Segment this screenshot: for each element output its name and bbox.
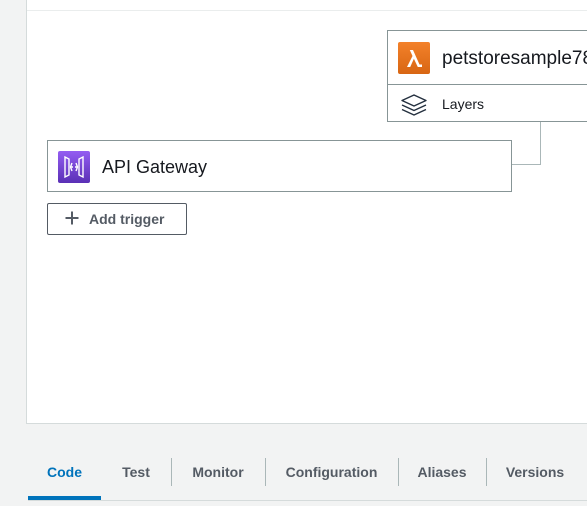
layers-icon [400, 93, 428, 117]
tabs-divider [28, 500, 587, 501]
tab-label: Monitor [192, 464, 244, 480]
connector-line [540, 122, 541, 165]
connector-line [511, 164, 541, 165]
tab-versions[interactable]: Versions [486, 448, 584, 496]
trigger-name: API Gateway [102, 157, 208, 177]
active-tab-indicator [28, 496, 101, 500]
add-trigger-button[interactable]: Add trigger [47, 203, 187, 235]
lambda-icon [398, 42, 430, 74]
tab-label: Aliases [417, 464, 467, 480]
tab-label: Configuration [285, 464, 378, 480]
api-gateway-icon [58, 151, 90, 183]
tab-monitor[interactable]: Monitor [171, 448, 265, 496]
layers-label: Layers [442, 96, 485, 112]
tab-code[interactable]: Code [28, 448, 101, 496]
function-tabs: Code Test Monitor Configuration Aliases … [28, 448, 587, 500]
tab-label: Versions [505, 464, 565, 480]
panel-top-strip [27, 0, 587, 11]
function-name: petstoresample78 [442, 48, 587, 69]
tab-label: Test [122, 464, 150, 480]
tab-test[interactable]: Test [101, 448, 171, 496]
tab-label: Code [47, 464, 82, 480]
plus-icon [64, 210, 80, 226]
tab-configuration[interactable]: Configuration [265, 448, 398, 496]
function-node[interactable]: petstoresample78 Layers [387, 30, 587, 122]
add-trigger-label: Add trigger [89, 211, 165, 227]
function-header[interactable]: petstoresample78 [388, 31, 587, 85]
layers-row[interactable]: Layers [388, 85, 587, 123]
tab-aliases[interactable]: Aliases [398, 448, 486, 496]
trigger-api-gateway[interactable]: API Gateway [47, 140, 512, 192]
